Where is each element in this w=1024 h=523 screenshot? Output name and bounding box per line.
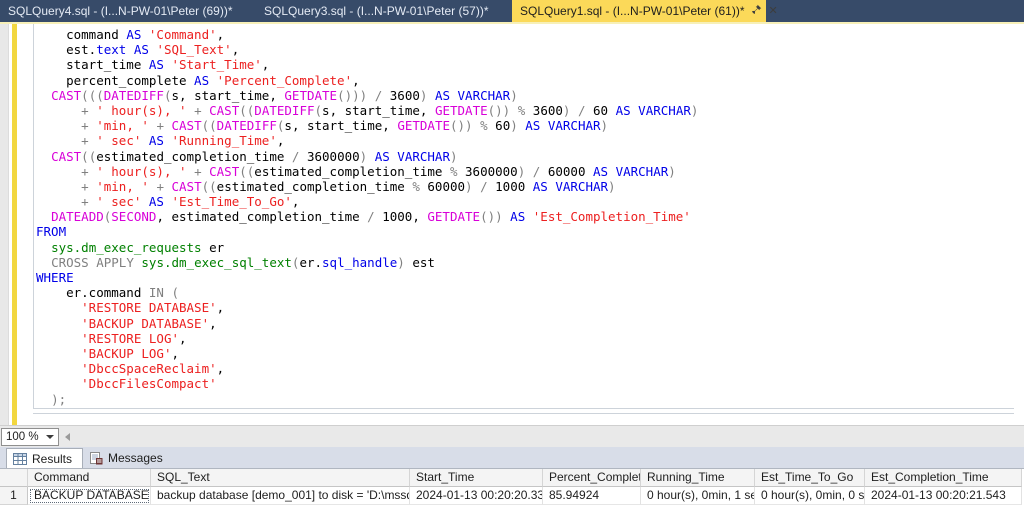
tab-messages-label: Messages <box>108 451 163 465</box>
tab-title: SQLQuery1.sql - (I...N-PW-01\Peter (61))… <box>520 4 745 18</box>
row-number-cell[interactable]: 1 <box>0 487 28 505</box>
code-line: sys.dm_exec_requests er <box>36 240 698 255</box>
tab-results-label: Results <box>32 452 72 466</box>
messages-icon <box>89 452 103 465</box>
results-grid: Command SQL_Text Start_Time Percent_Comp… <box>0 468 1024 523</box>
code-line: + 'min, ' + CAST((DATEDIFF(s, start_time… <box>36 118 698 133</box>
tab-title: SQLQuery3.sql - (I...N-PW-01\Peter (57))… <box>264 4 489 18</box>
table-row: 1 BACKUP DATABASE backup database [demo_… <box>0 487 1024 505</box>
code-line: est.text AS 'SQL_Text', <box>36 42 698 57</box>
code-line: + 'min, ' + CAST((estimated_completion_t… <box>36 179 698 194</box>
zoom-value: 100 % <box>6 431 46 443</box>
code-line: er.command IN ( <box>36 285 698 300</box>
cell-est-completion-time[interactable]: 2024-01-13 00:20:21.543 <box>865 487 1022 505</box>
tab-messages[interactable]: Messages <box>83 448 173 468</box>
code-line: CROSS APPLY sys.dm_exec_sql_text(er.sql_… <box>36 255 698 270</box>
tab-sqlquery3[interactable]: SQLQuery3.sql - (I...N-PW-01\Peter (57))… <box>256 0 512 22</box>
tab-sqlquery4[interactable]: SQLQuery4.sql - (I...N-PW-01\Peter (69))… <box>0 0 256 22</box>
cell-est-time-to-go[interactable]: 0 hour(s), 0min, 0 sec <box>755 487 865 505</box>
column-header-est-completion-time[interactable]: Est_Completion_Time <box>865 469 1022 487</box>
results-tabstrip: Results Messages <box>0 447 1024 468</box>
code-area[interactable]: command AS 'Command', est.text AS 'SQL_T… <box>36 27 698 407</box>
column-header-percent-complete[interactable]: Percent_Complete <box>543 469 641 487</box>
tab-title: SQLQuery4.sql - (I...N-PW-01\Peter (69))… <box>8 4 233 18</box>
chevron-down-icon <box>46 435 54 439</box>
code-line: command AS 'Command', <box>36 27 698 42</box>
code-line: CAST(((DATEDIFF(s, start_time, GETDATE()… <box>36 88 698 103</box>
code-line: 'RESTORE LOG', <box>36 331 698 346</box>
statement-outline-bottom <box>33 408 1014 409</box>
code-line: + ' hour(s), ' + CAST((DATEDIFF(s, start… <box>36 103 698 118</box>
document-tabbar: SQLQuery4.sql - (I...N-PW-01\Peter (69))… <box>0 0 1024 22</box>
code-line: + ' sec' AS 'Running_Time', <box>36 133 698 148</box>
results-grid-icon <box>13 453 27 465</box>
code-line: + ' hour(s), ' + CAST((estimated_complet… <box>36 164 698 179</box>
code-line: 'DbccSpaceReclaim', <box>36 361 698 376</box>
cell-running-time[interactable]: 0 hour(s), 0min, 1 sec <box>641 487 755 505</box>
change-tracking-bar <box>12 24 17 425</box>
close-icon[interactable]: ✕ <box>769 6 778 17</box>
zoom-dropdown[interactable]: 100 % <box>1 428 59 446</box>
cell-percent-complete[interactable]: 85.94924 <box>543 487 641 505</box>
code-line: CAST((estimated_completion_time / 360000… <box>36 149 698 164</box>
code-line: percent_complete AS 'Percent_Complete', <box>36 73 698 88</box>
ssms-query-window: SQLQuery4.sql - (I...N-PW-01\Peter (69))… <box>0 0 1024 523</box>
code-line: 'RESTORE DATABASE', <box>36 300 698 315</box>
code-line: ); <box>36 392 698 407</box>
editor-pane: command AS 'Command', est.text AS 'SQL_T… <box>0 24 1024 425</box>
cell-command[interactable]: BACKUP DATABASE <box>28 487 151 505</box>
code-line: 'BACKUP DATABASE', <box>36 316 698 331</box>
next-statement-outline <box>33 413 1014 414</box>
column-header-est-time-to-go[interactable]: Est_Time_To_Go <box>755 469 865 487</box>
column-header-sql-text[interactable]: SQL_Text <box>151 469 410 487</box>
indicator-margin <box>0 24 9 425</box>
code-line: WHERE <box>36 270 698 285</box>
tab-sqlquery1[interactable]: SQLQuery1.sql - (I...N-PW-01\Peter (61))… <box>512 0 766 22</box>
code-line: FROM <box>36 224 698 239</box>
column-header-running-time[interactable]: Running_Time <box>641 469 755 487</box>
cell-sql-text[interactable]: backup database [demo_001] to disk = 'D:… <box>151 487 410 505</box>
statement-outline-left <box>33 24 34 408</box>
horizontal-scrollbar[interactable] <box>59 426 1024 447</box>
scroll-left-icon[interactable] <box>65 433 70 441</box>
code-line: DATEADD(SECOND, estimated_completion_tim… <box>36 209 698 224</box>
grid-corner-cell[interactable] <box>0 469 28 487</box>
code-line: + ' sec' AS 'Est_Time_To_Go', <box>36 194 698 209</box>
column-header-start-time[interactable]: Start_Time <box>410 469 543 487</box>
code-line: 'DbccFilesCompact' <box>36 376 698 391</box>
editor-statusrow: 100 % <box>0 425 1024 447</box>
grid-header-row: Command SQL_Text Start_Time Percent_Comp… <box>0 469 1024 487</box>
column-header-command[interactable]: Command <box>28 469 151 487</box>
cell-start-time[interactable]: 2024-01-13 00:20:20.333 <box>410 487 543 505</box>
code-line: start_time AS 'Start_Time', <box>36 57 698 72</box>
code-line: 'BACKUP LOG', <box>36 346 698 361</box>
pin-icon[interactable] <box>751 4 762 18</box>
tab-results[interactable]: Results <box>6 448 83 468</box>
